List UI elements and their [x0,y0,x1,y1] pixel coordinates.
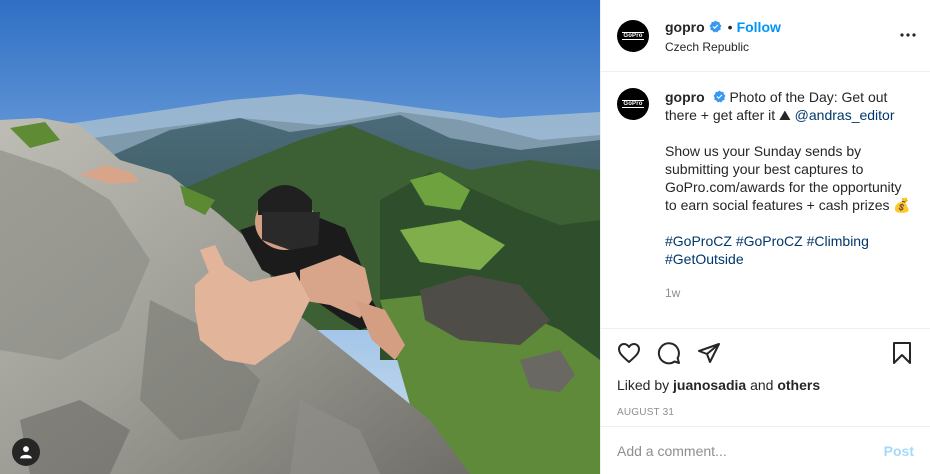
post-date[interactable]: AUGUST 31 [617,407,914,418]
hashtag-link[interactable]: #GetOutside [665,251,744,267]
heart-icon [618,343,640,363]
caption-paragraph: Show us your Sunday sends by submitting … [665,142,914,214]
verified-badge-icon [713,90,726,103]
author-username[interactable]: gopro [665,19,705,35]
mountain-emoji: ⛰ [779,107,791,123]
money-bag-emoji: 💰 [893,197,911,213]
save-button[interactable] [882,333,922,373]
liked-by-user[interactable]: juanosadia [673,377,746,393]
hashtag-link[interactable]: #Climbing [807,233,869,249]
user-tag-icon [20,446,32,459]
verified-badge-icon [709,20,722,33]
likes-others-link[interactable]: others [777,377,820,393]
author-avatar[interactable]: GoPro [617,19,649,52]
post-location[interactable]: Czech Republic [665,40,781,54]
climber-mountain-photo [0,0,600,474]
caption-section: GoPro gopro Photo of the Day: Get out th… [601,72,930,328]
hashtags: #GoProCZ #GoProCZ #Climbing #GetOutside [665,232,914,268]
caption-paragraph-text: Show us your Sunday sends by submitting … [665,143,902,213]
caption-author-avatar[interactable]: GoPro [617,88,649,120]
comment-input[interactable] [617,442,884,459]
likes-prefix: Liked by [617,377,670,393]
caption-username[interactable]: gopro [665,89,705,105]
hashtag-link[interactable]: #GoProCZ [736,233,803,249]
header-row: gopro • Follow [665,18,781,36]
instagram-post: GoPro gopro • Follow Czech Republic GoPr… [0,0,930,474]
mention-link[interactable]: @andras_editor [795,107,895,123]
share-icon [698,343,720,363]
caption-text: gopro Photo of the Day: Get out there + … [665,88,914,124]
caption-time[interactable]: 1w [665,284,914,302]
separator-dot: • [727,18,733,35]
action-icons [609,329,914,377]
post-header: GoPro gopro • Follow Czech Republic [601,0,930,72]
gopro-logo: GoPro [622,31,644,40]
post-photo[interactable] [0,0,600,474]
share-button[interactable] [689,333,729,373]
post-comment-button[interactable]: Post [884,443,914,459]
add-comment-bar: Post [601,426,930,474]
comment-button[interactable] [649,333,689,373]
comment-icon [657,342,680,365]
like-button[interactable] [609,333,649,373]
post-side-panel: GoPro gopro • Follow Czech Republic GoPr… [600,0,930,474]
likes-summary: Liked by juanosadia and others [617,377,914,393]
more-options-button[interactable] [898,25,918,45]
header-text: gopro • Follow Czech Republic [665,18,781,54]
tagged-users-button[interactable] [12,438,40,466]
bookmark-icon [893,342,911,364]
likes-conj: and [750,377,774,393]
follow-button[interactable]: Follow [737,19,781,35]
hashtag-link[interactable]: #GoProCZ [665,233,732,249]
more-options-icon [900,33,916,37]
caption-body: gopro Photo of the Day: Get out there + … [665,88,914,328]
gopro-logo: GoPro [622,100,644,108]
